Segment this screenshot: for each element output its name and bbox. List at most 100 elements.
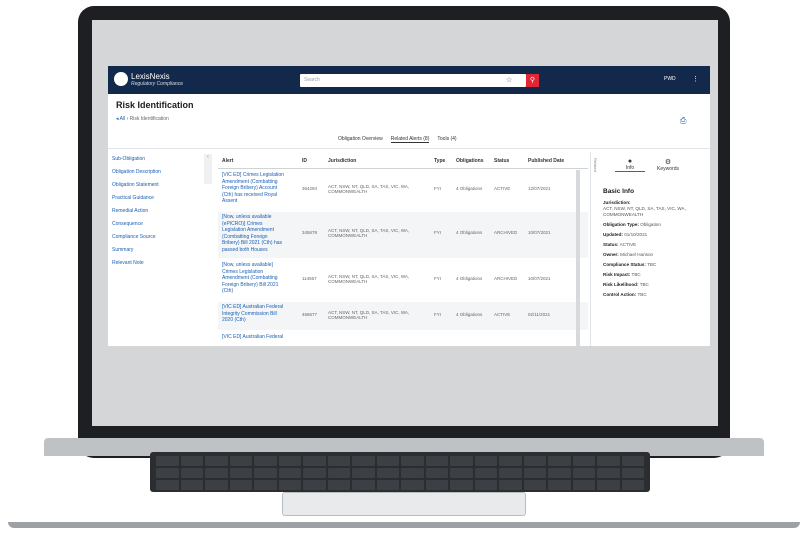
print-icon[interactable]: ⎙ xyxy=(680,116,686,126)
keyboard-key xyxy=(401,468,424,478)
alert-jurisdiction: ACT, NSW, NT, QLD, SA, TAS, VIC, WA, COM… xyxy=(328,274,410,284)
keyboard-key xyxy=(205,468,228,478)
table-row[interactable]: [Now, unless available (ePICRO)] Crimes … xyxy=(218,212,588,258)
nav-collapse-handle[interactable]: ‹ xyxy=(204,154,212,184)
alert-obligations[interactable]: 4 Obligations xyxy=(456,230,482,235)
keyboard-key xyxy=(548,468,571,478)
keyboard-key xyxy=(499,468,522,478)
alert-link[interactable]: [VIC ED] Crimes Legislation Amendment (C… xyxy=(222,172,286,205)
table-row[interactable]: [VIC ED] Australian Federal xyxy=(218,332,588,346)
alert-status: ACTIVE xyxy=(494,186,511,191)
field-updated: Updated: 01/10/2021 xyxy=(603,232,648,237)
search-placeholder: Search xyxy=(304,77,320,83)
alert-obligations[interactable]: 4 Obligations xyxy=(456,312,482,317)
tab-related-alerts[interactable]: Related Alerts (8) xyxy=(390,136,430,143)
keyboard-key xyxy=(572,456,595,466)
table-row[interactable]: [Now, unless available] Crimes Legislati… xyxy=(218,260,588,300)
col-alert[interactable]: Alert xyxy=(222,158,233,164)
keyboard-key xyxy=(205,480,228,490)
col-published-date[interactable]: Published Date xyxy=(528,158,564,164)
tab-info-label: Info xyxy=(625,165,635,171)
keyboard-key xyxy=(327,468,350,478)
keyboard-key xyxy=(450,480,473,490)
field-compliance-status: Compliance Status: TBC xyxy=(603,262,657,267)
alert-date: 12/07/2021 xyxy=(528,186,551,191)
tab-info[interactable]: ● Info xyxy=(615,158,645,172)
laptop-keyboard xyxy=(150,452,650,492)
breadcrumb-back[interactable]: ◂ All xyxy=(116,116,125,122)
alert-obligations[interactable]: 4 Obligations xyxy=(456,276,482,281)
nav-item-compliance-source[interactable]: Compliance Source xyxy=(112,234,156,240)
nav-item-relevant-note[interactable]: Relevant Note xyxy=(112,260,144,266)
keyboard-key xyxy=(474,480,497,490)
nav-item-obligation-description[interactable]: Obligation Description xyxy=(112,169,161,175)
keyboard-key xyxy=(376,480,399,490)
nav-item-remedial-action[interactable]: Remedial Action xyxy=(112,208,148,214)
keyboard-key xyxy=(229,468,252,478)
search-input[interactable]: Search ☆ xyxy=(300,74,526,87)
keyboard-key xyxy=(156,480,179,490)
nav-item-obligation-statement[interactable]: Obligation Statement xyxy=(112,182,159,188)
alert-date: 02/11/2021 xyxy=(528,312,551,317)
nav-item-summary[interactable]: Summary xyxy=(112,247,133,253)
alert-link[interactable]: [VIC ED] Australian Federal Integrity Co… xyxy=(222,304,286,324)
keyboard-key xyxy=(597,456,620,466)
keyboard-key xyxy=(327,456,350,466)
field-owner: Owner: Michael Hanson xyxy=(603,252,654,257)
tab-keywords-label: Keywords xyxy=(657,166,679,172)
laptop-mockup: LexisNexis Regulatory Compliance Search … xyxy=(0,0,808,534)
app-header: LexisNexis Regulatory Compliance Search … xyxy=(108,66,710,94)
alert-obligations[interactable]: 4 Obligations xyxy=(456,186,482,191)
col-obligations[interactable]: Obligations xyxy=(456,158,484,164)
col-id[interactable]: ID xyxy=(302,158,307,164)
tab-keywords[interactable]: ⚙ Keywords xyxy=(653,158,683,172)
keyboard-key xyxy=(278,456,301,466)
brand-logo[interactable]: LexisNexis Regulatory Compliance xyxy=(114,72,194,90)
keyboard-key xyxy=(376,456,399,466)
field-risk-likelihood: Risk Likelihood: TBC xyxy=(603,282,649,287)
brand-name: LexisNexis xyxy=(131,72,170,81)
keyboard-key xyxy=(548,480,571,490)
keyboard-key xyxy=(523,456,546,466)
table-row[interactable]: [VIC ED] Australian Federal Integrity Co… xyxy=(218,302,588,330)
keyboard-key xyxy=(254,480,277,490)
table-scrollbar[interactable] xyxy=(576,170,580,346)
alert-link[interactable]: [Now, unless available] Crimes Legislati… xyxy=(222,262,286,295)
nav-item-consequence[interactable]: Consequence xyxy=(112,221,143,227)
keyboard-key xyxy=(523,468,546,478)
alert-jurisdiction: ACT, NSW, NT, QLD, SA, TAS, VIC, WA, COM… xyxy=(328,184,410,194)
related-vertical-tab[interactable]: Related xyxy=(593,158,598,172)
alert-status: ARCHIVED xyxy=(494,276,518,281)
tab-tools[interactable]: Tools (4) xyxy=(437,136,456,143)
keyboard-key xyxy=(621,468,644,478)
col-type[interactable]: Type xyxy=(434,158,445,164)
keyboard-key xyxy=(572,468,595,478)
more-menu-icon[interactable]: ⋮ xyxy=(692,75,699,83)
nav-item-practical-guidance[interactable]: Practical Guidance xyxy=(112,195,154,201)
alert-link[interactable]: [Now, unless available (ePICRO)] Crimes … xyxy=(222,214,286,253)
table-row[interactable]: [VIC ED] Crimes Legislation Amendment (C… xyxy=(218,170,588,210)
keyboard-key xyxy=(229,480,252,490)
page-title: Risk Identification xyxy=(116,100,194,110)
alert-jurisdiction: ACT, NSW, NT, QLD, SA, TAS, VIC, WA, COM… xyxy=(328,228,410,238)
keyboard-key xyxy=(597,480,620,490)
keyboard-key xyxy=(548,456,571,466)
field-status: Status: ACTIVE xyxy=(603,242,637,247)
keyboard-key xyxy=(499,480,522,490)
user-menu[interactable]: PWD xyxy=(664,76,676,82)
keyboard-key xyxy=(156,456,179,466)
header-divider xyxy=(218,168,588,169)
col-status[interactable]: Status xyxy=(494,158,509,164)
alert-link[interactable]: [VIC ED] Australian Federal xyxy=(222,334,286,341)
search-button[interactable]: ⚲ xyxy=(526,74,539,87)
tab-obligation-overview[interactable]: Obligation Overview xyxy=(338,136,383,143)
keyboard-key xyxy=(229,456,252,466)
keyboard-key xyxy=(278,468,301,478)
keyboard-key xyxy=(425,480,448,490)
col-jurisdiction[interactable]: Jurisdiction xyxy=(328,158,356,164)
nav-item-sub-obligation[interactable]: Sub-Obligation xyxy=(112,156,145,162)
keyboard-key xyxy=(401,480,424,490)
alert-status: ARCHIVED xyxy=(494,230,518,235)
bookmark-icon[interactable]: ☆ xyxy=(506,76,512,84)
field-obligation-type: Obligation Type: Obligation xyxy=(603,222,661,227)
